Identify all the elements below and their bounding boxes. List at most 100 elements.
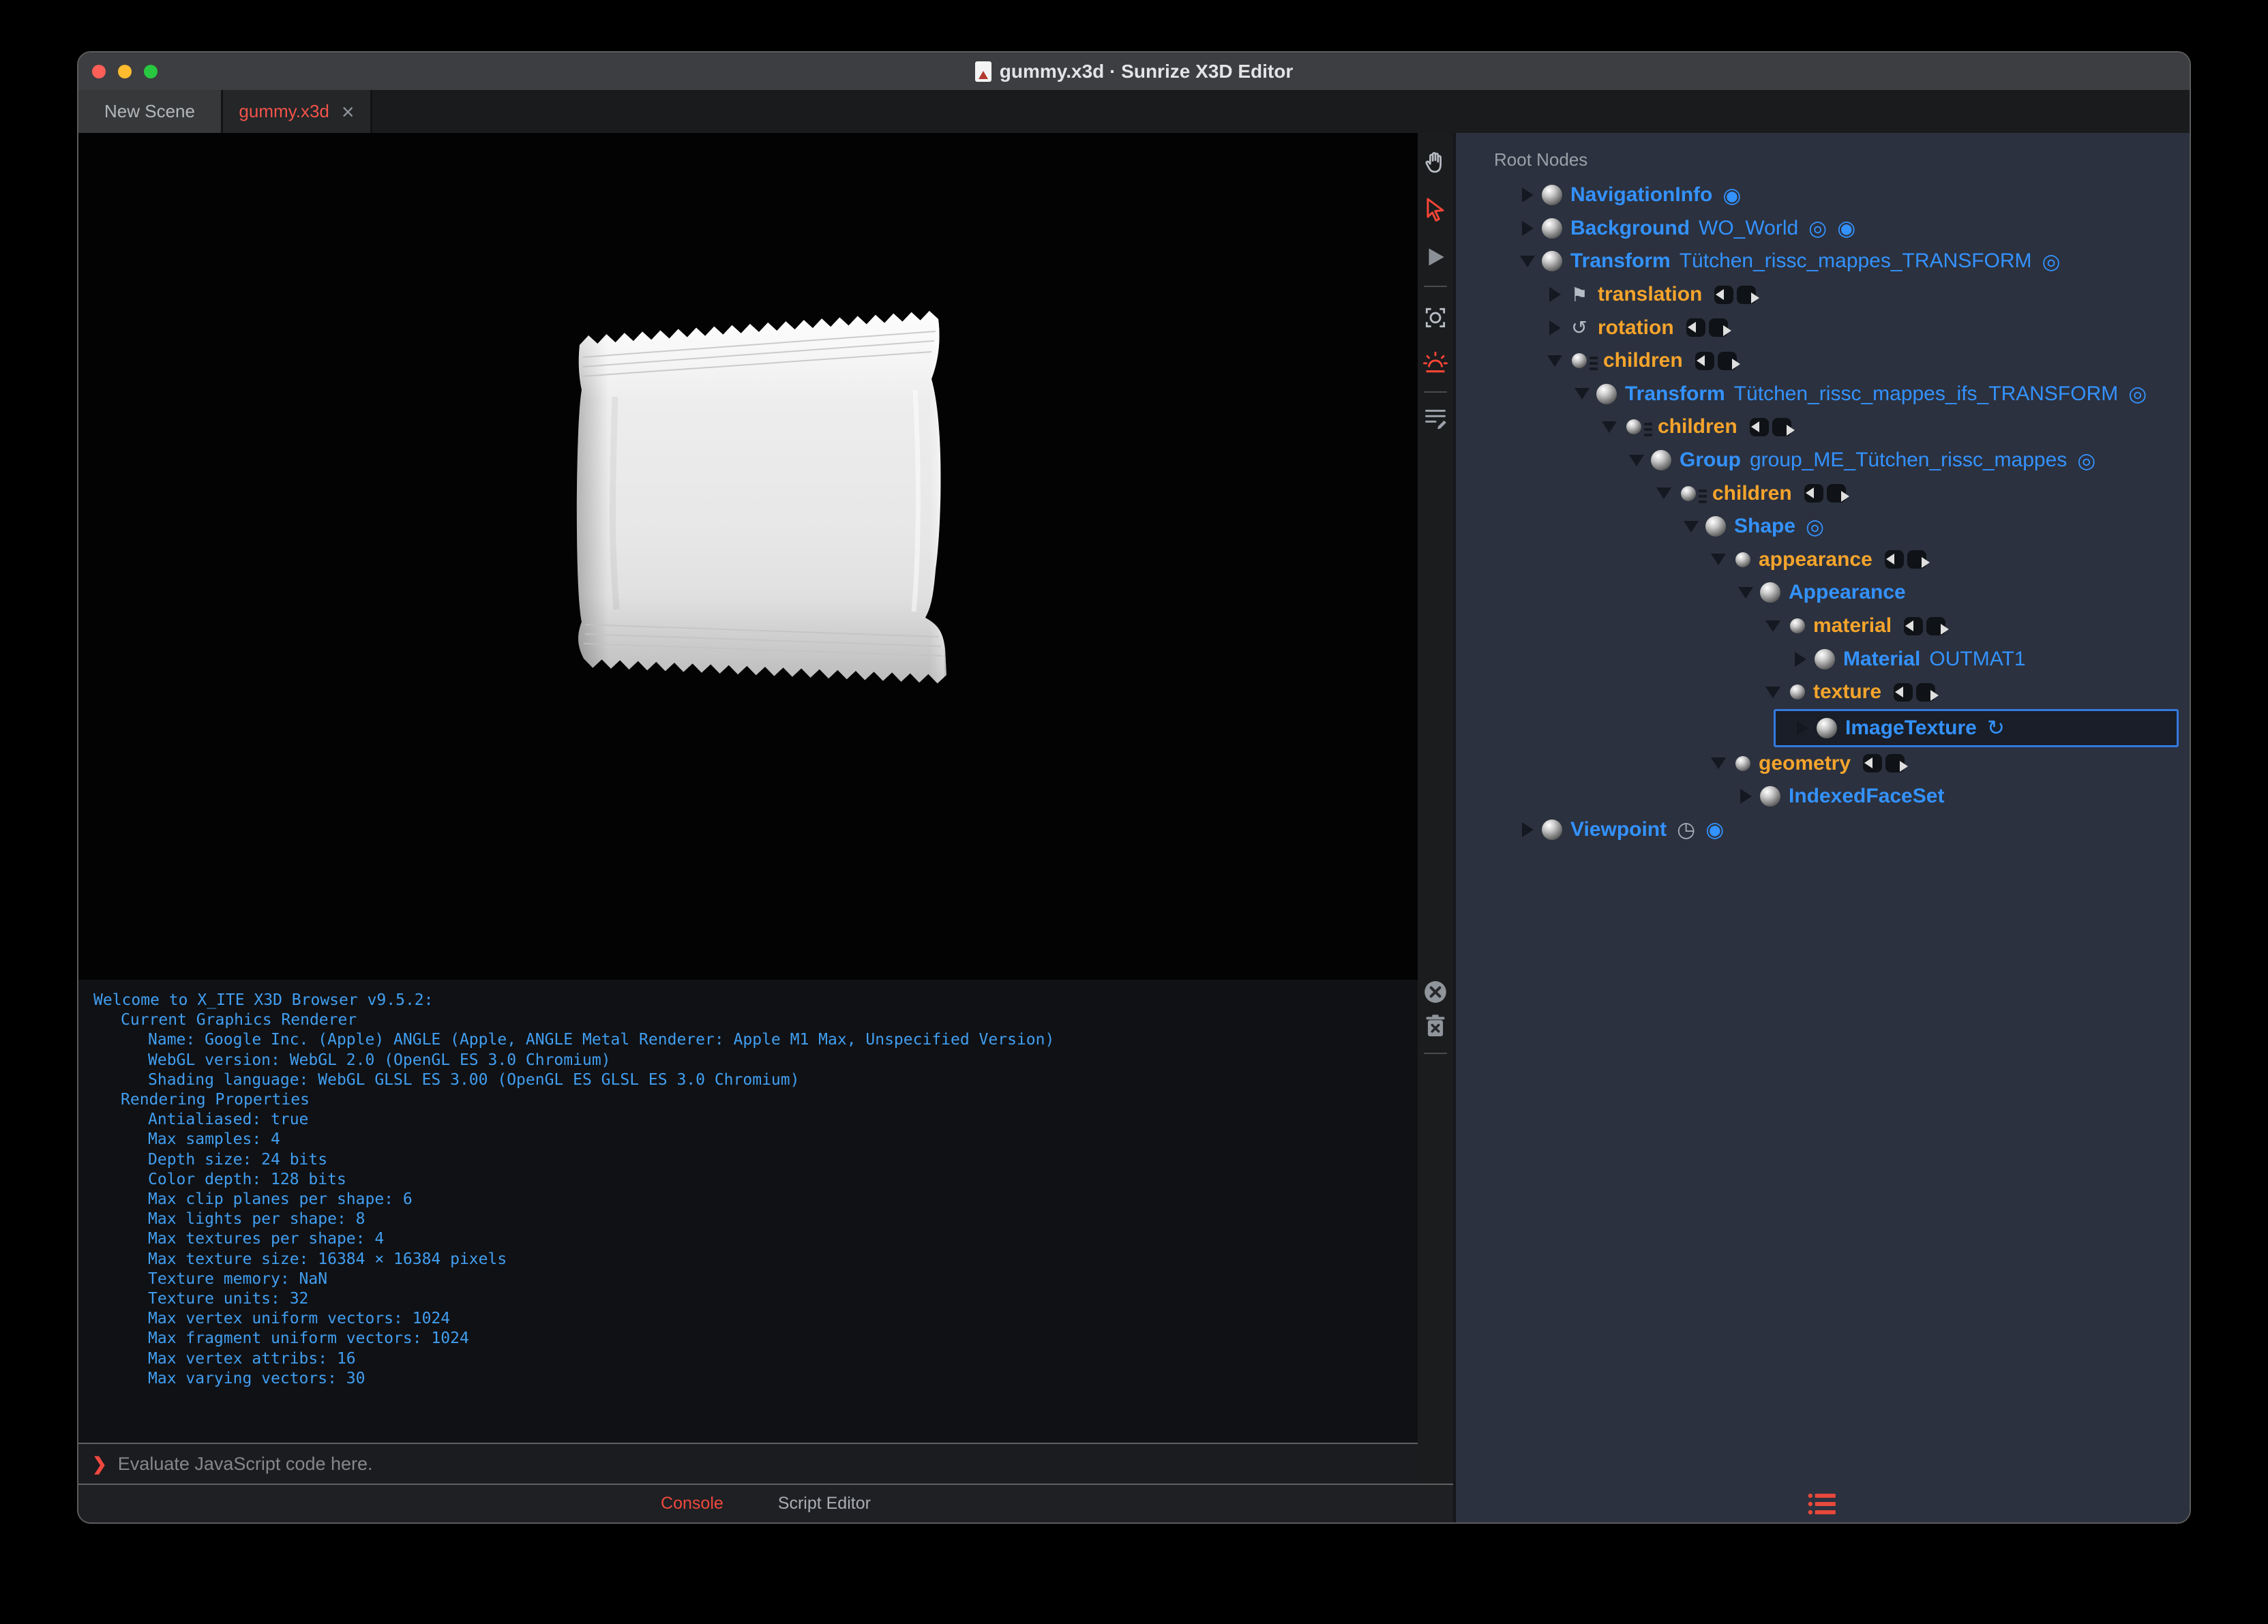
route-icons[interactable] [1884, 550, 1930, 569]
field-icon [1790, 685, 1805, 700]
expand-arrow-icon[interactable] [1740, 789, 1752, 805]
tree-row-group[interactable]: Group group_ME_Tütchen_rissc_mappes ◎ [1456, 444, 2190, 477]
console-line: Shading language: WebGL GLSL ES 3.00 (Op… [148, 1070, 800, 1089]
route-icons[interactable] [1686, 318, 1731, 337]
route-icons[interactable] [1695, 351, 1740, 370]
node-def-name: Tütchen_rissc_mappes_ifs_TRANSFORM [1733, 382, 2119, 405]
viewport-3d[interactable] [78, 133, 1418, 980]
collapse-arrow-icon[interactable] [1738, 586, 1753, 599]
expand-arrow-icon[interactable] [1521, 220, 1534, 236]
tree-row-material[interactable]: material [1456, 610, 2190, 643]
tree-row-appearance[interactable]: Appearance [1456, 576, 2190, 610]
route-icons[interactable] [1904, 616, 1950, 635]
tree-row-shape[interactable]: Shape ◎ [1456, 510, 2190, 543]
node-sphere-icon [1542, 217, 1562, 239]
tree-row-translation[interactable]: ⚑ translation [1456, 278, 2190, 312]
node-type-name: Background [1570, 216, 1690, 239]
close-tab-icon[interactable]: × [342, 101, 355, 123]
node-sphere-icon [1760, 582, 1780, 603]
tree-row-background[interactable]: Background WO_World ◎ ◉ [1456, 212, 2190, 245]
tree-row-navigationinfo[interactable]: NavigationInfo ◉ [1456, 179, 2190, 212]
eye-icon[interactable]: ◎ [2077, 450, 2095, 471]
tree-row-appearance[interactable]: appearance [1456, 543, 2190, 577]
tab-new-scene[interactable]: New Scene [78, 90, 223, 133]
node-type-name: NavigationInfo [1570, 183, 1713, 207]
console-log[interactable]: Welcome to X_ITE X3D Browser v9.5.2: Curr… [78, 980, 1418, 1443]
play-icon[interactable] [1422, 244, 1448, 270]
tree-row-rotation[interactable]: ↺ rotation [1456, 311, 2190, 344]
tree-row-imagetexture[interactable]: ImageTexture ↻ [1774, 708, 2179, 747]
collapse-arrow-icon[interactable] [1656, 487, 1671, 500]
collapse-arrow-icon[interactable] [1575, 388, 1590, 400]
window-title: gummy.x3d · Sunrize X3D Editor [999, 60, 1294, 82]
collapse-arrow-icon[interactable] [1765, 686, 1780, 698]
expand-arrow-icon[interactable] [1549, 287, 1561, 303]
tree-row-transform[interactable]: Transform Tütchen_rissc_mappes_TRANSFORM ◎ [1456, 245, 2190, 278]
tree-row-children[interactable]: children [1456, 344, 2190, 378]
eye-icon[interactable]: ◎ [2042, 251, 2061, 272]
select-arrow-icon[interactable] [1422, 196, 1448, 222]
tab-gummy-x3d[interactable]: gummy.x3d × [223, 90, 372, 133]
clock-icon[interactable]: ◷ [1677, 819, 1695, 840]
console-prompt[interactable]: ❯ Evaluate JavaScript code here. [78, 1443, 1418, 1484]
node-type-name: material [1813, 614, 1892, 637]
console-line: Max textures per shape: 4 [148, 1230, 385, 1248]
pan-hand-icon[interactable] [1422, 149, 1448, 175]
console-line: Max vertex uniform vectors: 1024 [148, 1310, 451, 1328]
script-editor-icon[interactable] [1422, 404, 1448, 430]
collapse-arrow-icon[interactable] [1547, 355, 1562, 367]
collapse-arrow-icon[interactable] [1765, 620, 1780, 632]
tree-row-children[interactable]: children [1456, 410, 2190, 444]
console-line: Depth size: 24 bits [148, 1150, 328, 1169]
left-area: Welcome to X_ITE X3D Browser v9.5.2: Curr… [78, 133, 1453, 1522]
desktop: { "window": { "title": "gummy.x3d · Sunr… [0, 0, 2268, 1624]
node-sphere-icon [1596, 383, 1617, 404]
node-def-name: Tütchen_rissc_mappes_TRANSFORM [1679, 250, 2032, 273]
refresh-icon[interactable]: ↻ [1987, 717, 2005, 738]
tree-row-indexedfaceset[interactable]: IndexedFaceSet [1456, 780, 2190, 813]
tree-row-viewpoint[interactable]: Viewpoint ◷ ◉ [1456, 813, 2190, 847]
eye-icon[interactable]: ◎ [2128, 383, 2147, 404]
eye-icon[interactable]: ◎ [1808, 217, 1827, 239]
node-def-name: OUTMAT1 [1929, 647, 2026, 670]
tree-row-material[interactable]: Material OUTMAT1 [1456, 642, 2190, 676]
collapse-arrow-icon[interactable] [1520, 255, 1535, 267]
expand-arrow-icon[interactable] [1796, 720, 1808, 736]
collapse-arrow-icon[interactable] [1711, 554, 1726, 566]
script-editor-tab[interactable]: Script Editor [778, 1494, 871, 1514]
expand-arrow-icon[interactable] [1794, 651, 1806, 667]
route-icons[interactable] [1749, 417, 1795, 436]
bind-icon[interactable]: ◉ [1705, 819, 1724, 840]
console-line: WebGL version: WebGL 2.0 (OpenGL ES 3.0 … [148, 1051, 611, 1069]
clear-console-icon[interactable] [1422, 979, 1448, 1005]
snapshot-camera-icon[interactable] [1422, 305, 1448, 331]
eye-icon[interactable]: ◎ [1806, 516, 1824, 537]
console-line: Texture memory: NaN [148, 1269, 328, 1288]
clear-console-trash-icon[interactable] [1422, 1013, 1448, 1039]
route-icons[interactable] [1804, 484, 1849, 503]
collapse-arrow-icon[interactable] [1711, 757, 1726, 770]
headlight-sun-icon[interactable] [1422, 350, 1448, 376]
document-icon [974, 61, 991, 82]
route-icons[interactable] [1714, 285, 1760, 304]
collapse-arrow-icon[interactable] [1684, 520, 1699, 532]
collapse-arrow-icon[interactable] [1629, 454, 1644, 466]
tree-row-geometry[interactable]: geometry [1456, 747, 2190, 781]
expand-arrow-icon[interactable] [1521, 822, 1534, 837]
tree-row-transform[interactable]: Transform Tütchen_rissc_mappes_ifs_TRANSF… [1456, 378, 2190, 411]
bind-icon[interactable]: ◉ [1837, 217, 1855, 239]
tree-row-children[interactable]: children [1456, 477, 2190, 510]
node-sphere-icon [1815, 648, 1835, 670]
console-tab[interactable]: Console [661, 1494, 723, 1514]
expand-arrow-icon[interactable] [1521, 187, 1534, 203]
node-type-name: appearance [1759, 547, 1872, 571]
outline-tree[interactable]: Root Nodes NavigationInfo ◉ Background WO_W… [1456, 133, 2190, 1486]
tree-row-texture[interactable]: texture [1456, 676, 2190, 709]
node-type-name: geometry [1759, 751, 1851, 775]
route-icons[interactable] [1863, 754, 1909, 773]
list-menu-icon[interactable] [1807, 1492, 1838, 1516]
collapse-arrow-icon[interactable] [1602, 421, 1617, 433]
bind-icon[interactable]: ◉ [1722, 185, 1741, 206]
expand-arrow-icon[interactable] [1549, 320, 1561, 335]
route-icons[interactable] [1894, 682, 1939, 702]
